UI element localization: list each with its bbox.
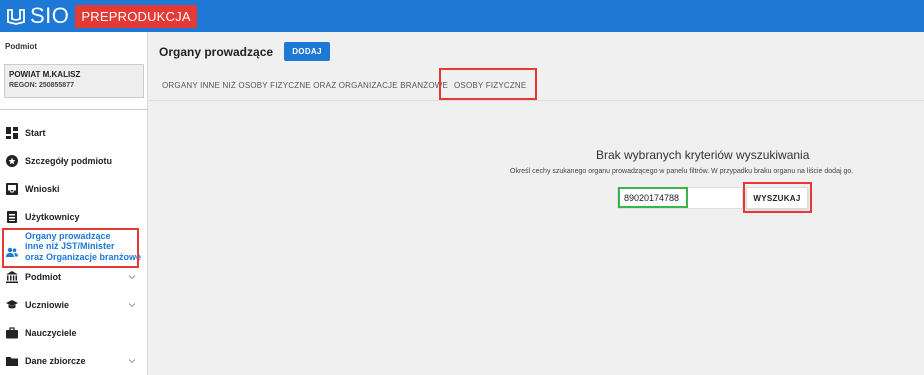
entity-card[interactable]: POWIAT M.KALISZ REGON: 250855877	[4, 64, 144, 98]
main-content: Organy prowadzące DODAJ ORGANY INNE NIŻ …	[149, 32, 924, 375]
entity-regon: REGON: 250855877	[9, 82, 74, 89]
tabs-divider	[149, 100, 924, 101]
sidebar-item-students[interactable]: Uczniowie	[0, 293, 148, 317]
sidebar: Podmiot POWIAT M.KALISZ REGON: 250855877…	[0, 32, 148, 375]
empty-state-description: Określ cechy szukanego organu prowadzące…	[510, 168, 854, 175]
logo-text: SIO	[30, 3, 70, 28]
badge-icon	[6, 155, 18, 167]
sidebar-section-label: Podmiot	[5, 42, 37, 51]
graduation-cap-icon	[6, 300, 18, 309]
sidebar-item-entity[interactable]: Podmiot	[0, 265, 148, 289]
sidebar-item-label: Szczegóły podmiotu	[25, 156, 113, 166]
sidebar-item-start[interactable]: Start	[0, 121, 148, 145]
sidebar-divider	[0, 109, 148, 110]
sidebar-item-aggregate-data[interactable]: Dane zbiorcze	[0, 349, 148, 373]
sidebar-item-label: Dane zbiorcze	[25, 356, 86, 366]
sidebar-item-label: Nauczyciele	[25, 328, 77, 338]
page-title: Organy prowadzące	[159, 45, 274, 59]
sidebar-item-label: Wnioski	[25, 184, 60, 194]
entity-name: POWIAT M.KALISZ	[9, 70, 81, 79]
highlight-box-sidebar	[2, 228, 139, 268]
sidebar-item-label: Start	[25, 128, 46, 138]
sidebar-item-teachers[interactable]: Nauczyciele	[0, 321, 148, 345]
empty-state-title: Brak wybranych kryteriów wyszukiwania	[596, 148, 810, 162]
book-logo-icon	[7, 9, 25, 25]
logo[interactable]: SIO	[6, 3, 69, 29]
briefcase-icon	[6, 327, 18, 339]
sidebar-item-entity-details[interactable]: Szczegóły podmiotu	[0, 149, 148, 173]
highlight-box-tab	[439, 68, 537, 100]
chevron-down-icon	[128, 303, 136, 308]
sidebar-item-label: Użytkownicy	[25, 212, 80, 222]
chevron-down-icon	[128, 359, 136, 364]
dashboard-icon	[6, 127, 18, 139]
highlight-box-search-button	[743, 182, 812, 213]
add-button[interactable]: DODAJ	[284, 42, 330, 61]
sidebar-item-label: Podmiot	[25, 272, 61, 282]
chevron-down-icon	[128, 275, 136, 280]
sidebar-item-users[interactable]: Użytkownicy	[0, 205, 148, 229]
sidebar-item-applications[interactable]: Wnioski	[0, 177, 148, 201]
badge-card-icon	[7, 211, 17, 223]
search-input[interactable]	[617, 187, 743, 209]
inbox-icon	[6, 183, 18, 195]
top-bar: SIO PREPRODUKCJA	[0, 0, 924, 32]
environment-badge: PREPRODUKCJA	[75, 4, 197, 28]
bank-icon	[6, 271, 18, 283]
sidebar-item-label: Uczniowie	[25, 300, 70, 310]
tab-non-natural-persons[interactable]: ORGANY INNE NIŻ OSOBY FIZYCZNE ORAZ ORGA…	[162, 81, 448, 90]
folder-icon	[6, 357, 18, 366]
